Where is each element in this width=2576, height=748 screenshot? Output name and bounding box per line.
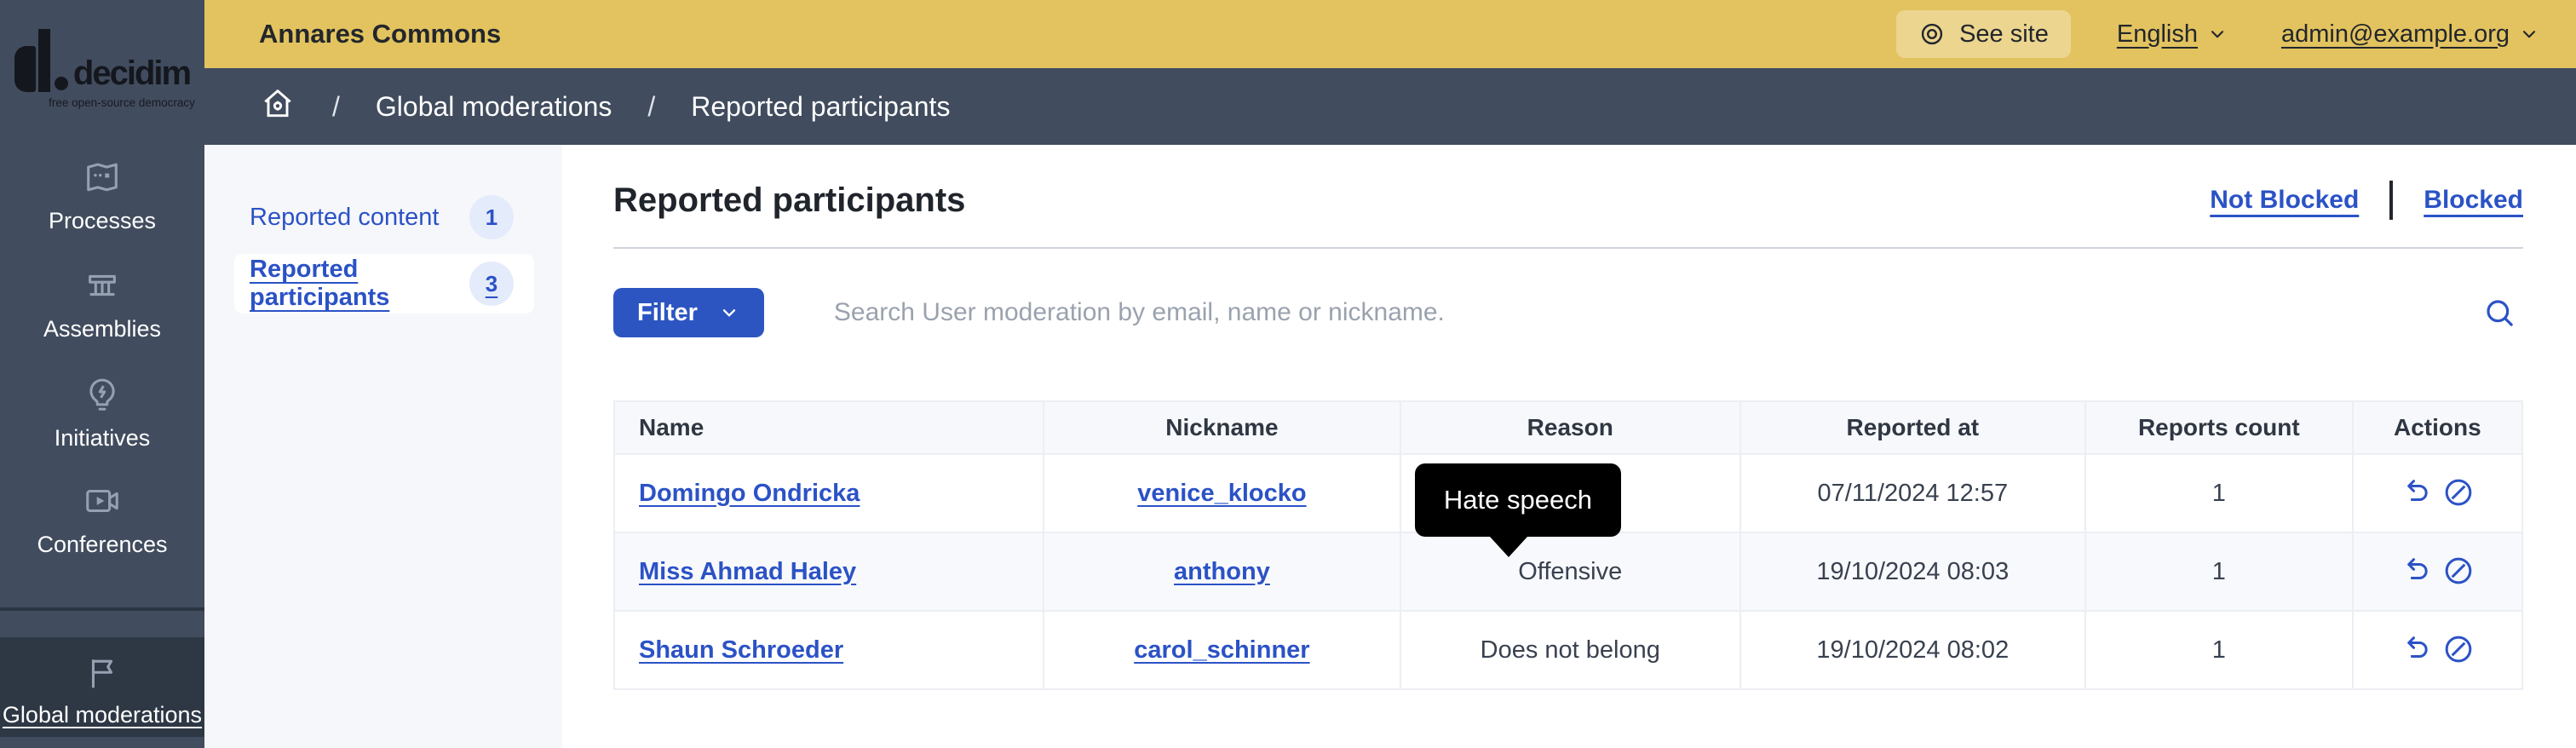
participant-name-link[interactable]: Shaun Schroeder	[639, 636, 843, 664]
arrow-go-back-icon	[2407, 636, 2428, 658]
unreport-button[interactable]	[2395, 475, 2437, 512]
table-header-row: Name Nickname Reason Reported at Reports…	[613, 400, 2524, 455]
sidebar-divider	[0, 607, 204, 611]
reported-at: 19/10/2024 08:03	[1739, 532, 2087, 612]
moderations-subsidebar: Reported content 1 Reported participants…	[204, 145, 562, 748]
block-user-button[interactable]	[2437, 475, 2480, 512]
logo-tagline: free open-source democracy	[49, 96, 195, 109]
participant-nickname-link[interactable]: anthony	[1174, 558, 1270, 585]
sidebar-item-processes[interactable]: Processes	[0, 158, 204, 234]
reports-count: 1	[2084, 453, 2354, 533]
column-header-reports-count: Reports count	[2084, 400, 2354, 455]
chevron-down-icon	[2522, 31, 2536, 38]
reported-at: 19/10/2024 08:02	[1739, 610, 2087, 690]
sidebar-item-assemblies[interactable]: Assemblies	[0, 266, 204, 342]
status-filters: Not Blocked Blocked	[2210, 181, 2523, 220]
sidebar-item-conferences[interactable]: Conferences	[0, 481, 204, 558]
participant-name-link[interactable]: Domingo Ondricka	[639, 480, 860, 507]
chevron-down-icon	[722, 309, 736, 317]
eye-icon	[1921, 23, 1943, 45]
forbid-icon	[2445, 557, 2472, 584]
lightbulb-flash-icon	[89, 378, 115, 411]
reason-text: Offensive	[1399, 532, 1741, 612]
sidebar-item-global-moderations[interactable]: Global moderations	[0, 637, 204, 737]
subsidebar-item-reported-content[interactable]: Reported content 1	[234, 187, 534, 247]
search-icon	[2487, 300, 2513, 326]
main-sidebar: decidim free open-source democracy Proce…	[0, 0, 204, 748]
title-divider	[613, 247, 2523, 249]
decidim-logo[interactable]: decidim free open-source democracy	[0, 29, 204, 109]
block-user-button[interactable]	[2437, 554, 2480, 590]
column-header-name: Name	[613, 400, 1044, 455]
participant-nickname-link[interactable]: carol_schinner	[1134, 636, 1309, 664]
filter-not-blocked-link[interactable]: Not Blocked	[2210, 186, 2359, 215]
flag-icon	[91, 659, 113, 688]
arrow-go-back-icon	[2407, 557, 2428, 579]
video-camera-icon	[86, 489, 118, 513]
reported-participants-table: Name Nickname Reason Reported at Reports…	[613, 400, 2524, 690]
home-icon	[264, 89, 291, 118]
arrow-go-back-icon	[2407, 479, 2428, 501]
filter-blocked-link[interactable]: Blocked	[2424, 186, 2523, 215]
column-header-actions: Actions	[2351, 400, 2524, 455]
page-title: Reported participants	[613, 181, 966, 219]
filter-separator	[2389, 181, 2394, 220]
admin-app: decidim free open-source democracy Proce…	[0, 0, 2576, 748]
column-header-reason: Reason	[1399, 400, 1741, 455]
bank-icon	[89, 274, 116, 296]
breadcrumb: / Global moderations / Reported particip…	[204, 68, 2576, 145]
reason-tooltip: Hate speech	[1414, 463, 1621, 557]
reported-at: 07/11/2024 12:57	[1739, 453, 2087, 533]
top-bar: Annares Commons See site English admin@e…	[204, 0, 2576, 68]
table-row: Miss Ahmad Haley anthony Offensive 19/10…	[613, 532, 2524, 612]
language-menu[interactable]: English	[2117, 20, 2228, 49]
reason-text: Does not belong	[1399, 610, 1741, 690]
filter-button[interactable]: Filter	[613, 288, 764, 337]
subsidebar-item-reported-participants[interactable]: Reported participants 3	[234, 254, 534, 314]
organization-name: Annares Commons	[259, 19, 502, 49]
search-button[interactable]	[2482, 296, 2516, 330]
breadcrumb-home-link[interactable]	[259, 84, 296, 129]
breadcrumb-item-reported-participants[interactable]: Reported participants	[691, 91, 950, 123]
see-site-button[interactable]: See site	[1896, 10, 2071, 58]
column-header-reported-at: Reported at	[1739, 400, 2087, 455]
map-icon	[87, 163, 118, 192]
count-badge: 3	[469, 262, 514, 306]
reports-count: 1	[2084, 610, 2354, 690]
block-user-button[interactable]	[2437, 632, 2480, 669]
participant-nickname-link[interactable]: venice_klocko	[1137, 480, 1306, 507]
content-area: Reported participants Not Blocked Blocke…	[562, 145, 2576, 748]
chevron-down-icon	[2211, 31, 2224, 38]
user-menu[interactable]: admin@example.org	[2281, 20, 2540, 49]
logo-mark	[14, 46, 36, 92]
search-input[interactable]	[797, 298, 2482, 327]
logo-brand: decidim	[72, 55, 192, 92]
reports-count: 1	[2084, 532, 2354, 612]
sidebar-item-initiatives[interactable]: Initiatives	[0, 375, 204, 452]
search-toolbar: Filter	[613, 288, 2523, 337]
breadcrumb-item-global-moderations[interactable]: Global moderations	[376, 91, 612, 123]
participant-name-link[interactable]: Miss Ahmad Haley	[639, 558, 856, 585]
main-column: Annares Commons See site English admin@e…	[204, 0, 2576, 748]
count-badge: 1	[469, 195, 514, 239]
table-row: Domingo Ondricka venice_klocko Hate spee…	[613, 453, 2524, 557]
unreport-button[interactable]	[2395, 554, 2437, 590]
table-row: Shaun Schroeder carol_schinner Does not …	[613, 610, 2524, 690]
forbid-icon	[2445, 636, 2472, 662]
forbid-icon	[2445, 479, 2472, 505]
column-header-nickname: Nickname	[1043, 400, 1401, 455]
unreport-button[interactable]	[2395, 632, 2437, 669]
